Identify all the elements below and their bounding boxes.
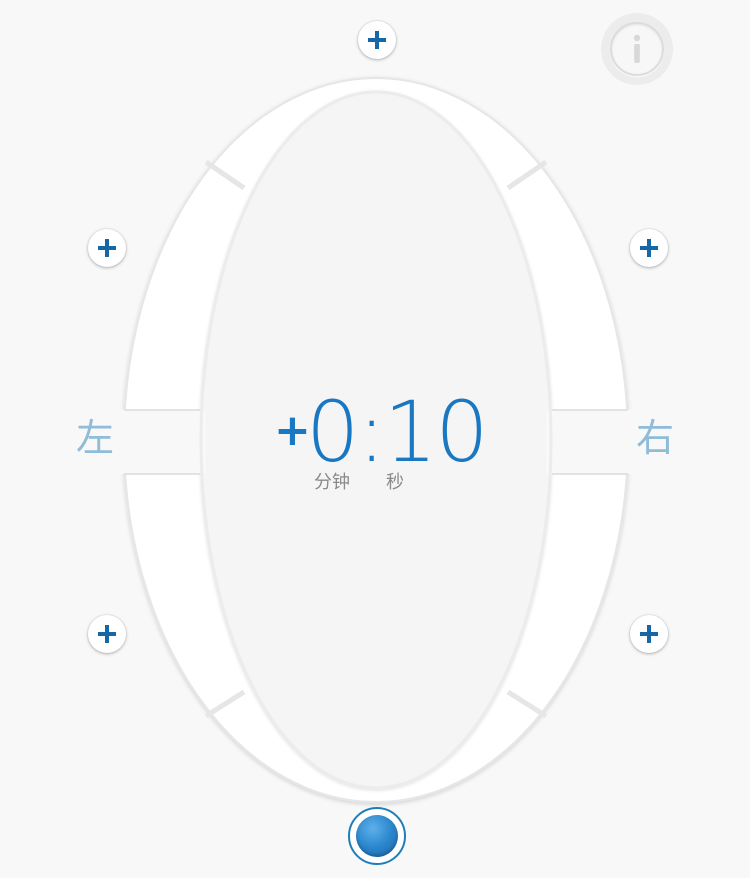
time-value: 0:10 bbox=[306, 383, 489, 481]
plus-icon bbox=[98, 625, 116, 643]
track-gap-right bbox=[546, 410, 636, 474]
time-display[interactable]: + 0:10 bbox=[270, 384, 490, 480]
plus-icon bbox=[368, 31, 386, 49]
seconds-unit-label: 秒 bbox=[386, 472, 404, 493]
plus-icon bbox=[640, 625, 658, 643]
add-time-lower-right-button[interactable] bbox=[630, 615, 668, 653]
timer-screen: 左 右 + 0:10 分钟 秒 bbox=[0, 0, 750, 878]
info-button[interactable] bbox=[601, 13, 673, 85]
right-side-label[interactable]: 右 bbox=[630, 414, 680, 462]
start-button[interactable] bbox=[348, 807, 406, 865]
info-button-face bbox=[610, 22, 664, 76]
left-side-label[interactable]: 左 bbox=[70, 414, 120, 462]
add-time-upper-left-button[interactable] bbox=[88, 229, 126, 267]
add-time-top-button[interactable] bbox=[358, 21, 396, 59]
plus-icon bbox=[640, 239, 658, 257]
record-dot-icon bbox=[356, 815, 398, 857]
add-time-lower-left-button[interactable] bbox=[88, 615, 126, 653]
minutes-unit-label: 分钟 bbox=[314, 472, 350, 493]
add-time-upper-right-button[interactable] bbox=[630, 229, 668, 267]
info-icon bbox=[633, 34, 641, 63]
track-gap-left bbox=[116, 410, 206, 474]
plus-icon bbox=[98, 239, 116, 257]
